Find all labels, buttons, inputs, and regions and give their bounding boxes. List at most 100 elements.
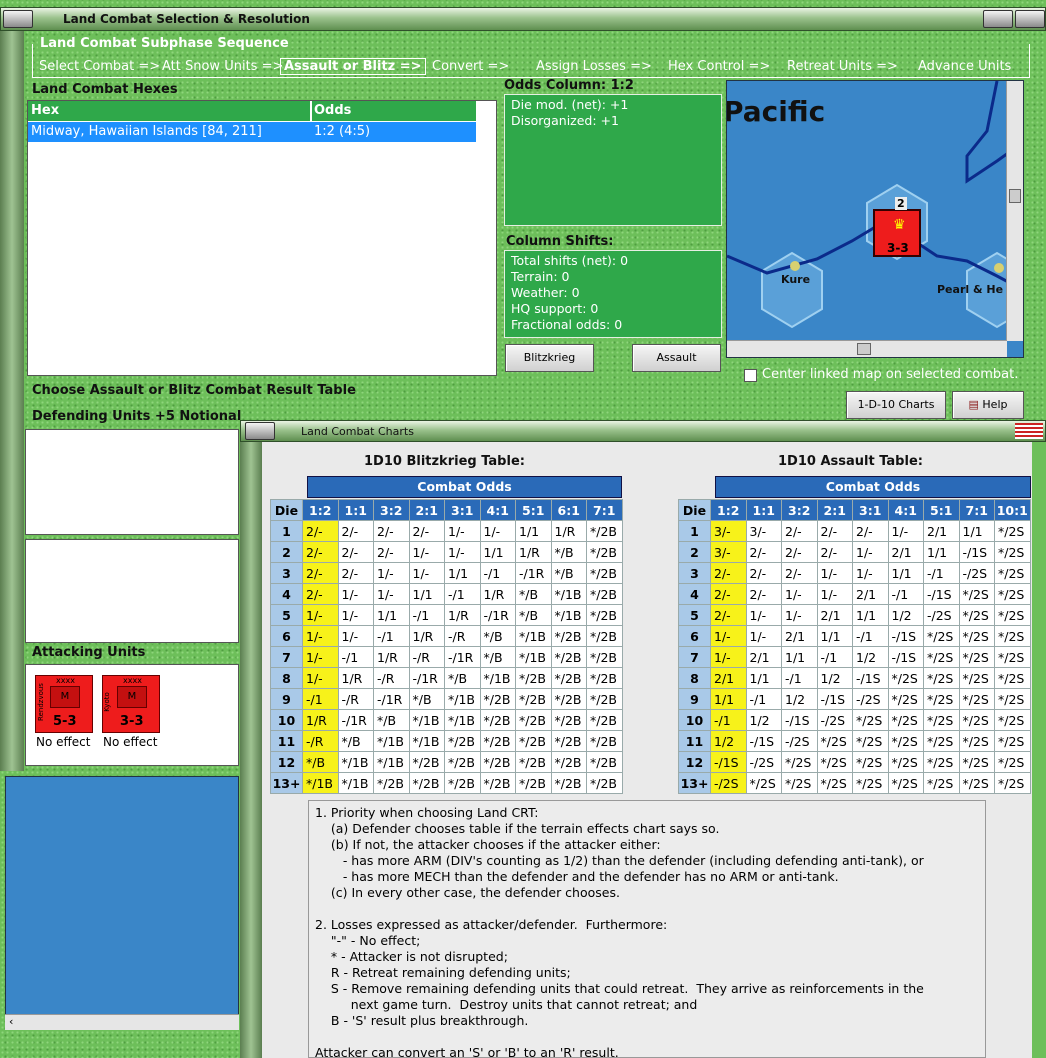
result-cell: -/R xyxy=(408,646,445,668)
result-cell: -/1R xyxy=(444,646,481,668)
scroll-left-arrow-icon[interactable]: ‹ xyxy=(9,1015,13,1028)
defending-title: Defending Units +5 Notional xyxy=(32,409,242,424)
result-cell: 3/- xyxy=(710,520,747,542)
close-button[interactable] xyxy=(1015,10,1045,28)
map-unit-counter[interactable]: 2 3-3 ♛ xyxy=(873,197,921,257)
table-row[interactable]: Midway, Hawaiian Islands [84, 211] 1:2 (… xyxy=(28,122,476,142)
result-cell: 2/- xyxy=(302,520,339,542)
step-assault-or-blitz[interactable]: Assault or Blitz => xyxy=(280,58,426,75)
mini-map[interactable] xyxy=(5,776,239,1030)
result-cell: */2S xyxy=(958,730,995,752)
result-cell: */2S xyxy=(816,772,853,794)
result-cell: */2S xyxy=(852,709,889,731)
result-cell: 1/1 xyxy=(781,646,818,668)
result-cell: */2S xyxy=(887,667,924,689)
result-cell: */2S xyxy=(781,751,818,773)
result-cell: */1B xyxy=(515,625,552,647)
table-row: 4 2/- 2/- 1/- 1/- 2/1 -/1 -/1S */2S */2S xyxy=(678,583,1031,605)
linked-map[interactable]: Pacific Kure Pearl & He 2 3-3 ♛ xyxy=(726,80,1024,358)
step-advance-units[interactable]: Advance Units xyxy=(918,59,1011,74)
odds-col-header: 1:1 xyxy=(745,499,782,521)
result-cell: 1/R xyxy=(373,646,410,668)
result-cell: */2B xyxy=(444,751,481,773)
result-cell: */2B xyxy=(479,688,516,710)
center-map-checkbox[interactable] xyxy=(744,369,757,382)
result-cell: 2/1 xyxy=(710,667,747,689)
attacker-unit-1[interactable]: M xxxx Rendzvous 5-3 xyxy=(35,675,93,733)
assault-table-title: 1D10 Assault Table: xyxy=(778,454,923,469)
die-roll-cell: 10 xyxy=(678,709,711,731)
result-cell: 2/- xyxy=(745,562,782,584)
result-cell: */2S xyxy=(994,520,1031,542)
step-retreat-units[interactable]: Retreat Units => xyxy=(787,59,898,74)
result-cell: -/1 xyxy=(852,625,889,647)
center-map-label[interactable]: Center linked map on selected combat. xyxy=(762,367,1018,382)
attacker-unit-2[interactable]: M xxxx Kyoto 3-3 xyxy=(102,675,160,733)
mini-map-hscrollbar[interactable]: ‹ xyxy=(5,1014,239,1030)
unit-name: Rendzvous xyxy=(36,683,45,721)
result-cell: -/1S xyxy=(816,688,853,710)
map-label-pacific: Pacific xyxy=(726,95,826,128)
assault-button[interactable]: Assault xyxy=(632,344,721,372)
result-cell: */2S xyxy=(994,541,1031,563)
system-menu-button[interactable] xyxy=(3,10,33,28)
result-cell: */1B xyxy=(550,583,587,605)
result-cell: */2B xyxy=(444,772,481,794)
result-cell: */2S xyxy=(781,772,818,794)
result-cell: -/1R xyxy=(373,688,410,710)
table-row: 3 2/- 2/- 2/- 1/- 1/- 1/1 -/1 -/2S */2S xyxy=(678,562,1031,584)
result-cell: */B xyxy=(408,688,445,710)
die-roll-cell: 7 xyxy=(270,646,303,668)
result-cell: -/1R xyxy=(479,604,516,626)
step-hex-control[interactable]: Hex Control => xyxy=(668,59,770,74)
result-cell: 2/1 xyxy=(852,583,889,605)
map-scroll-thumb[interactable] xyxy=(1009,189,1021,203)
col-odds-header[interactable]: Odds xyxy=(314,103,351,118)
charts-title-bar: Land Combat Charts xyxy=(240,420,1046,442)
result-cell: */2S xyxy=(887,688,924,710)
result-cell: -/1S xyxy=(887,625,924,647)
header-divider xyxy=(310,101,312,121)
die-header: Die xyxy=(678,499,711,521)
map-horizontal-scrollbar[interactable] xyxy=(727,340,1007,357)
result-cell: */2B xyxy=(479,751,516,773)
result-cell: */2S xyxy=(816,730,853,752)
result-cell: */2S xyxy=(923,646,960,668)
charts-button[interactable]: 1-D-10 Charts xyxy=(846,391,946,419)
hexes-list[interactable]: Hex Odds Midway, Hawaiian Islands [84, 2… xyxy=(27,100,497,376)
result-cell: 1/- xyxy=(816,562,853,584)
odds-col-header: 3:2 xyxy=(373,499,410,521)
col-hex-header[interactable]: Hex xyxy=(31,103,59,118)
result-cell: -/2S xyxy=(710,772,747,794)
step-assign-losses[interactable]: Assign Losses => xyxy=(536,59,652,74)
map-hscroll-thumb[interactable] xyxy=(857,343,871,355)
result-cell: */2B xyxy=(586,646,623,668)
charts-window-title: Land Combat Charts xyxy=(301,425,414,438)
map-vertical-scrollbar[interactable] xyxy=(1006,81,1023,341)
result-cell: 1/- xyxy=(337,583,374,605)
minimize-button[interactable] xyxy=(983,10,1013,28)
result-cell: 1/2 xyxy=(710,730,747,752)
result-cell: 2/- xyxy=(710,583,747,605)
result-cell: -/2S xyxy=(852,688,889,710)
help-button[interactable]: ▤ Help xyxy=(952,391,1024,419)
step-att-snow-units[interactable]: Att Snow Units => xyxy=(162,59,283,74)
blitzkrieg-button[interactable]: Blitzkrieg xyxy=(505,344,594,372)
result-cell: */2B xyxy=(515,751,552,773)
column-shifts-panel: Total shifts (net): 0 Terrain: 0 Weather… xyxy=(504,250,722,338)
result-cell: */2B xyxy=(586,772,623,794)
result-cell: */B xyxy=(550,541,587,563)
charts-system-menu-button[interactable] xyxy=(245,422,275,440)
step-convert[interactable]: Convert => xyxy=(432,59,509,74)
result-cell: -/R xyxy=(444,625,481,647)
result-cell: */2S xyxy=(745,772,782,794)
result-cell: 2/- xyxy=(337,541,374,563)
result-cell: */2B xyxy=(515,730,552,752)
result-cell: 2/- xyxy=(710,562,747,584)
unit-type: M xyxy=(127,691,137,702)
result-cell: */2S xyxy=(923,688,960,710)
step-select-combat[interactable]: Select Combat => xyxy=(39,59,160,74)
result-cell: */2S xyxy=(958,583,995,605)
result-cell: */2B xyxy=(586,604,623,626)
result-cell: */B xyxy=(479,646,516,668)
